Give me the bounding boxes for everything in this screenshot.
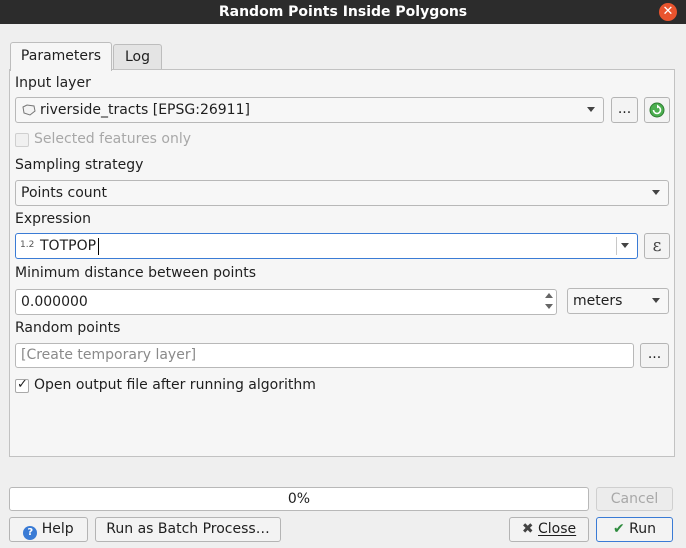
expression-label: Expression xyxy=(15,211,91,227)
input-layer-value: riverside_tracts [EPSG:26911] xyxy=(40,102,250,118)
distance-unit-combo[interactable]: meters xyxy=(567,288,669,314)
selected-features-checkbox[interactable] xyxy=(15,133,29,147)
chevron-down-icon xyxy=(652,298,660,303)
parameters-panel xyxy=(9,69,675,457)
run-label: Run xyxy=(629,521,657,537)
batch-process-button[interactable]: Run as Batch Process… xyxy=(95,517,281,542)
run-button[interactable]: ✔ Run xyxy=(596,517,673,542)
text-cursor xyxy=(98,238,99,255)
tab-parameters-label: Parameters xyxy=(20,48,102,64)
sampling-strategy-value: Points count xyxy=(21,185,108,201)
epsilon-icon: ε xyxy=(652,236,662,256)
progress-bar: 0% xyxy=(9,487,589,511)
sampling-strategy-label: Sampling strategy xyxy=(15,157,144,173)
cancel-button[interactable]: Cancel xyxy=(596,487,673,511)
tab-log-label: Log xyxy=(124,49,150,65)
help-label: Help xyxy=(41,521,74,537)
browse-label: ... xyxy=(647,346,662,362)
random-points-browse-button[interactable]: ... xyxy=(640,343,669,368)
close-window-button[interactable]: ✕ xyxy=(659,3,677,21)
close-button[interactable]: ✖ Close xyxy=(509,517,589,542)
polygon-layer-icon xyxy=(22,104,36,120)
open-output-label: Open output file after running algorithm xyxy=(34,377,316,393)
cancel-label: Cancel xyxy=(610,491,659,507)
min-distance-label: Minimum distance between points xyxy=(15,265,257,281)
help-icon: ? xyxy=(23,526,38,540)
random-points-label: Random points xyxy=(15,320,121,336)
open-output-checkbox[interactable]: ✓ xyxy=(15,377,29,393)
min-distance-spinbox[interactable]: 0.000000 xyxy=(15,289,557,315)
expression-field[interactable]: 1.2 TOTPOP xyxy=(15,233,638,259)
spin-down-icon[interactable] xyxy=(545,304,553,309)
close-x-icon: ✖ xyxy=(521,521,534,537)
tab-log[interactable]: Log xyxy=(113,44,162,69)
chevron-down-icon xyxy=(621,243,629,248)
browse-label: ... xyxy=(617,101,632,117)
input-layer-combo[interactable]: riverside_tracts [EPSG:26911] xyxy=(15,97,604,123)
chevron-down-icon xyxy=(652,190,660,195)
close-icon: ✕ xyxy=(662,4,674,19)
sampling-strategy-combo[interactable]: Points count xyxy=(15,180,669,206)
iterate-refresh-button[interactable] xyxy=(644,97,670,123)
checkmark-icon: ✓ xyxy=(17,377,28,392)
numeric-type-icon: 1.2 xyxy=(20,240,35,250)
min-distance-value: 0.000000 xyxy=(21,294,88,310)
spin-up-icon[interactable] xyxy=(545,293,553,298)
title-bar: Random Points Inside Polygons ✕ xyxy=(0,0,686,24)
expression-dropdown-separator xyxy=(616,237,617,255)
random-points-output-field[interactable]: [Create temporary layer] xyxy=(15,343,634,368)
random-points-placeholder: [Create temporary layer] xyxy=(21,347,197,363)
window-title: Random Points Inside Polygons xyxy=(218,4,468,20)
help-button[interactable]: ? Help xyxy=(9,517,88,542)
tab-parameters[interactable]: Parameters xyxy=(10,42,112,71)
selected-features-label: Selected features only xyxy=(34,131,192,147)
progress-text: 0% xyxy=(287,491,311,507)
expression-builder-button[interactable]: ε xyxy=(644,233,670,259)
input-layer-label: Input layer xyxy=(15,75,91,91)
chevron-down-icon xyxy=(587,107,595,112)
expression-value: TOTPOP xyxy=(40,238,97,254)
refresh-icon xyxy=(649,102,665,122)
distance-unit-value: meters xyxy=(573,293,623,309)
checkmark-icon: ✔ xyxy=(612,521,625,537)
input-layer-browse-button[interactable]: ... xyxy=(611,97,638,123)
close-label: Close xyxy=(538,521,577,537)
batch-process-label: Run as Batch Process… xyxy=(106,521,270,537)
